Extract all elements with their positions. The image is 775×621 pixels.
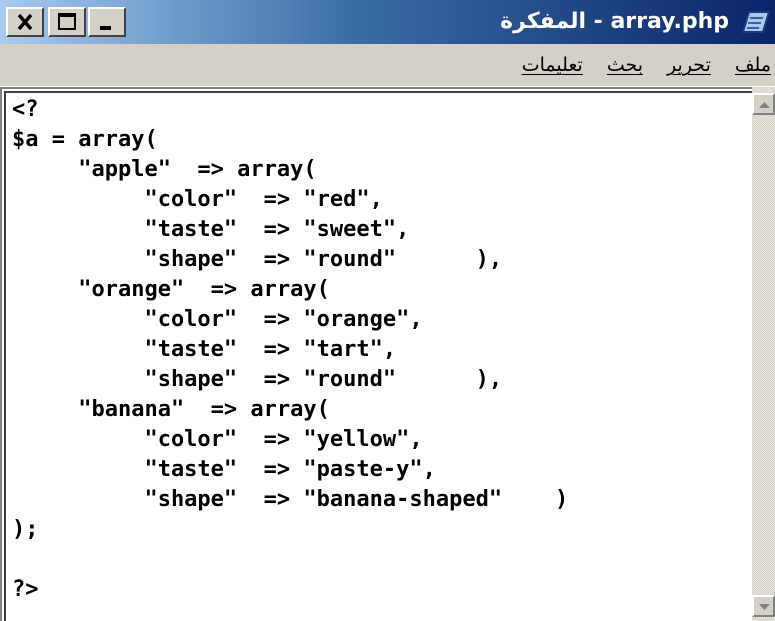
- close-button[interactable]: [6, 7, 44, 37]
- title-bar[interactable]: المفكرة - array.php: [0, 0, 775, 44]
- vertical-scrollbar[interactable]: [752, 87, 775, 621]
- scroll-down-button[interactable]: [752, 595, 775, 617]
- menu-search[interactable]: بحث: [607, 54, 643, 76]
- code-line: "shape" => "round" ),: [12, 367, 503, 392]
- scroll-up-button[interactable]: [752, 93, 775, 115]
- close-icon: [17, 13, 33, 31]
- code-line: "apple" => array(: [12, 157, 317, 182]
- code-line: "orange" => array(: [12, 277, 330, 302]
- scroll-up-arrow-icon: [759, 102, 770, 108]
- code-text: <? $a = array( "apple" => array( "color" …: [12, 95, 568, 605]
- code-line: );: [12, 517, 39, 542]
- code-line: "banana" => array(: [12, 397, 330, 422]
- code-line: <?: [12, 97, 39, 122]
- minimize-button[interactable]: [88, 7, 126, 37]
- window-title: المفكرة - array.php: [500, 9, 729, 34]
- maximize-button[interactable]: [48, 7, 86, 37]
- code-line: "shape" => "banana-shaped" ): [12, 487, 569, 512]
- code-line: "taste" => "sweet",: [12, 217, 410, 242]
- scroll-down-arrow-icon: [759, 604, 770, 610]
- window-controls: [6, 7, 128, 37]
- code-line: $a = array(: [12, 127, 158, 152]
- menu-file[interactable]: ملف: [735, 54, 771, 76]
- code-line: "color" => "orange",: [12, 307, 423, 332]
- code-line: ?>: [12, 577, 39, 602]
- menu-edit[interactable]: تحرير: [667, 54, 711, 76]
- text-editor: <? $a = array( "apple" => array( "color" …: [0, 87, 775, 621]
- menu-bar: ملف تحرير بحث تعليمات: [0, 44, 775, 87]
- notepad-icon[interactable]: [741, 8, 771, 36]
- code-line: "taste" => "paste-y",: [12, 457, 436, 482]
- code-line: "taste" => "tart",: [12, 337, 397, 362]
- menu-items: ملف تحرير بحث تعليمات: [522, 44, 775, 86]
- code-line: "shape" => "round" ),: [12, 247, 503, 272]
- text-area[interactable]: <? $a = array( "apple" => array( "color" …: [4, 91, 752, 621]
- minimize-icon: [100, 26, 111, 30]
- notepad-window: المفكرة - array.php ملف تحرير بحث تعليما…: [0, 0, 775, 621]
- code-line: "color" => "yellow",: [12, 427, 423, 452]
- menu-help[interactable]: تعليمات: [522, 54, 583, 76]
- maximize-icon: [58, 13, 76, 30]
- code-line: "color" => "red",: [12, 187, 383, 212]
